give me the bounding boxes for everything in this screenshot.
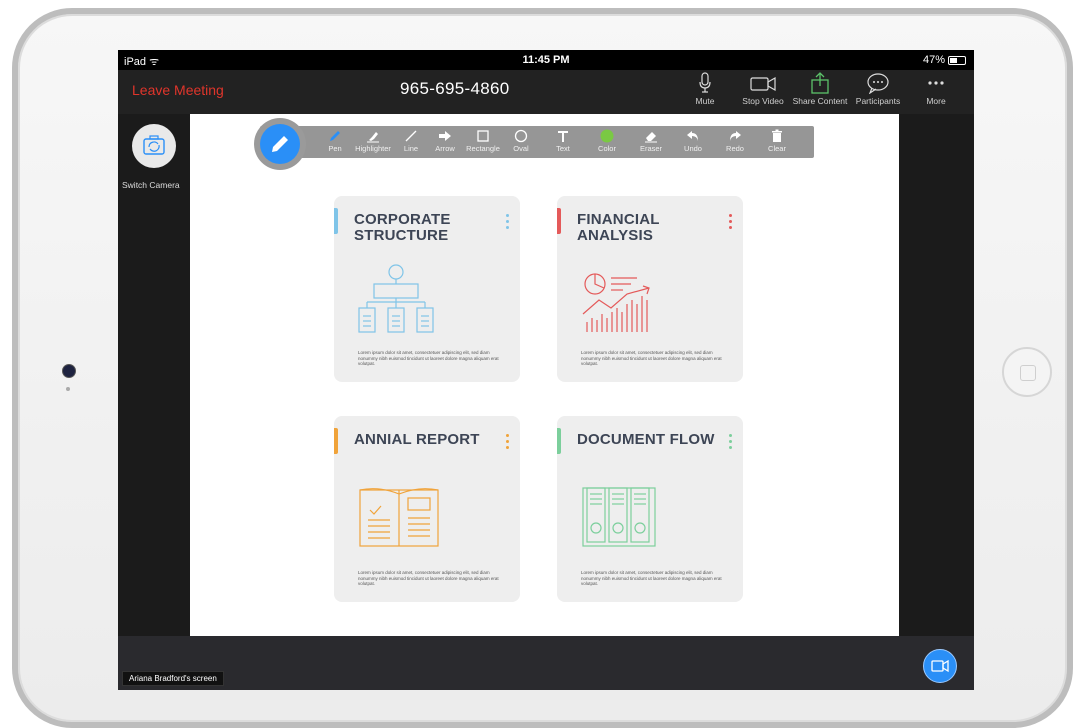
more-button[interactable]: More: [903, 72, 969, 106]
switch-camera-label: Switch Camera: [122, 180, 180, 190]
pen-icon: [330, 131, 340, 141]
card-financial-analysis: FINANCIAL ANALYSIS Lorem ipsum dolor sit…: [557, 196, 743, 382]
tool-label: Text: [556, 144, 570, 153]
tool-label: Color: [598, 144, 616, 153]
bottom-bar: Ariana Bradford's screen: [118, 636, 974, 690]
switch-camera-icon: [143, 135, 165, 155]
right-rail: [899, 114, 974, 636]
highlighter-icon: [367, 132, 379, 143]
tool-label: Oval: [513, 144, 529, 153]
share-upload-icon: [811, 72, 829, 94]
tool-label: Highlighter: [355, 144, 391, 153]
card-document-flow: DOCUMENT FLOW Lorem ipsum dolor sit amet…: [557, 416, 743, 602]
line-icon: [405, 130, 417, 142]
leave-meeting-button[interactable]: Leave Meeting: [132, 82, 224, 98]
pencil-icon: [272, 136, 288, 152]
participants-label: Participants: [855, 96, 901, 106]
tool-undo[interactable]: Undo: [672, 128, 714, 153]
tool-label: Arrow: [435, 144, 455, 153]
card-annual-report: ANNIAL REPORT Lorem ipsum dolor sit amet…: [334, 416, 520, 602]
tool-label: Undo: [684, 144, 702, 153]
tool-label: Pen: [328, 144, 342, 153]
trash-icon: [772, 129, 782, 142]
sensor-icon: [66, 387, 70, 391]
tool-label: Line: [403, 144, 419, 153]
status-time: 11:45 PM: [522, 54, 570, 66]
meeting-toolbar: Leave Meeting 965-695-4860 Mute Stop Vid…: [118, 70, 974, 114]
rectangle-icon: [477, 130, 489, 142]
battery-icon: [948, 55, 966, 65]
video-camera-icon: [931, 659, 949, 673]
tool-label: Clear: [768, 144, 786, 153]
eraser-icon: [645, 132, 657, 143]
tool-redo[interactable]: Redo: [714, 128, 756, 153]
ipad-screen: iPad ᯤ 11:45 PM 47% Leave Meeting 965-69…: [118, 50, 974, 690]
meeting-number: 965-695-4860: [400, 79, 510, 98]
switch-camera-button[interactable]: [132, 124, 176, 168]
video-camera-icon: [750, 76, 776, 92]
annotation-toolbar: Pen Highlighter Line Arrow Rectangle Ova…: [260, 126, 814, 158]
battery-status: 47%: [923, 54, 966, 66]
tool-label: Redo: [726, 144, 744, 153]
left-rail: Switch Camera: [118, 114, 190, 636]
annotation-toggle-button[interactable]: [254, 118, 306, 170]
color-dot-icon: [600, 129, 614, 143]
more-label: More: [926, 96, 946, 106]
card-corporate-structure: CORPORATE STRUCTURE Lorem ipsum dolor si…: [334, 196, 520, 382]
mute-button[interactable]: Mute: [672, 72, 738, 106]
card-description: Lorem ipsum dolor sit amet, consectetuer…: [358, 570, 499, 586]
share-content-label: Share Content: [792, 96, 848, 106]
shared-screen: CORPORATE STRUCTURE Lorem ipsum dolor si…: [190, 114, 899, 636]
video-toggle-button[interactable]: [923, 649, 957, 683]
tool-pen[interactable]: Pen: [314, 128, 356, 153]
share-content-button[interactable]: Share Content: [787, 72, 853, 106]
screen-owner-label: Ariana Bradford's screen: [122, 671, 224, 686]
tool-oval[interactable]: Oval: [500, 128, 542, 153]
card-description: Lorem ipsum dolor sit amet, consectetuer…: [358, 350, 499, 366]
tool-label: Eraser: [639, 144, 663, 153]
tool-arrow[interactable]: Arrow: [424, 128, 466, 153]
chat-bubble-icon: [867, 73, 889, 94]
status-bar: iPad ᯤ 11:45 PM 47%: [118, 50, 974, 70]
tool-color[interactable]: Color: [586, 128, 628, 153]
tool-label: Rectangle: [466, 144, 500, 153]
text-icon: [558, 131, 568, 142]
redo-icon: [730, 131, 741, 141]
tool-clear[interactable]: Clear: [756, 128, 798, 153]
home-button[interactable]: [1002, 347, 1052, 397]
microphone-icon: [699, 72, 711, 93]
card-description: Lorem ipsum dolor sit amet, consectetuer…: [581, 570, 722, 586]
tool-eraser[interactable]: Eraser: [630, 128, 672, 153]
undo-icon: [687, 131, 698, 141]
mute-label: Mute: [695, 96, 715, 106]
arrow-icon: [439, 131, 451, 141]
card-description: Lorem ipsum dolor sit amet, consectetuer…: [581, 350, 722, 366]
battery-percent: 47%: [922, 54, 945, 66]
stop-video-label: Stop Video: [742, 96, 784, 106]
front-camera-icon: [62, 364, 76, 378]
tool-highlighter[interactable]: Highlighter: [352, 128, 394, 153]
tool-text[interactable]: Text: [542, 128, 584, 153]
participants-button[interactable]: Participants: [845, 72, 911, 106]
oval-icon: [514, 129, 528, 143]
tool-rectangle[interactable]: Rectangle: [462, 128, 504, 153]
more-dots-icon: [928, 81, 944, 85]
